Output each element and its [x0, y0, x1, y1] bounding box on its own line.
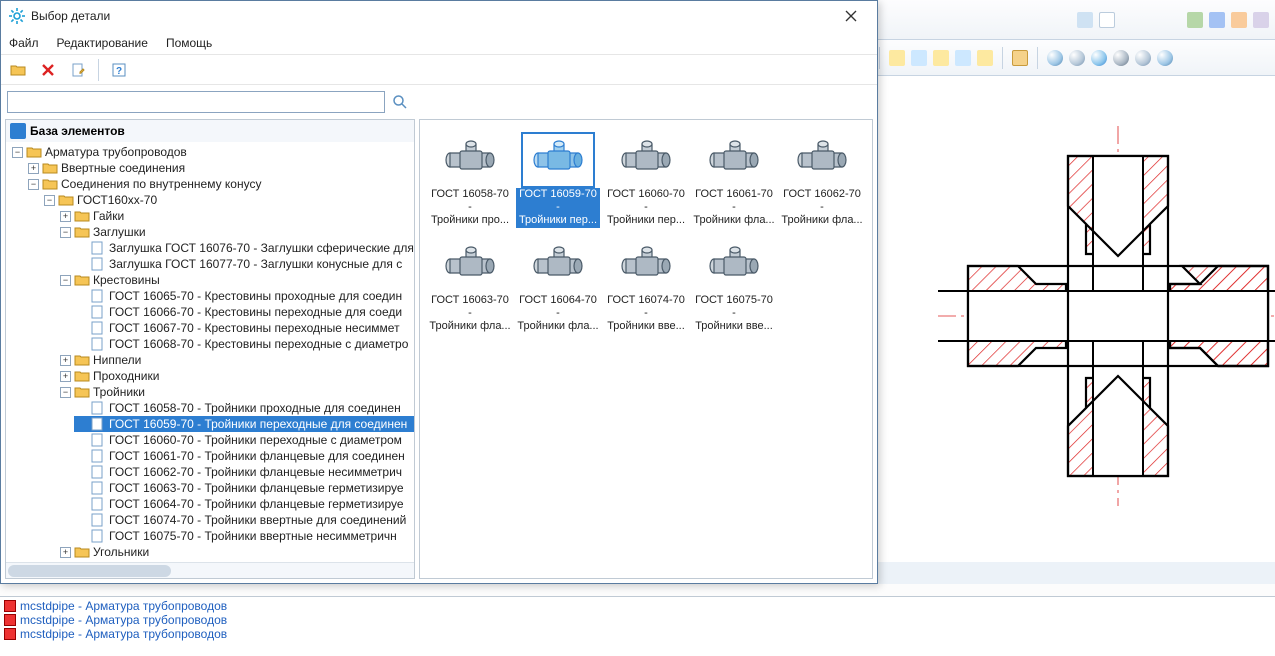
grid-item[interactable]: ГОСТ 16058-70 - Тройники про...: [428, 130, 512, 232]
fitting-thumbnail-icon: [699, 240, 769, 292]
grid-item-caption: ГОСТ 16060-70 - Тройники пер...: [604, 188, 688, 228]
open-button[interactable]: [5, 58, 31, 82]
tree-node-zaglushki[interactable]: −Заглушки: [58, 224, 414, 240]
grid-item[interactable]: ГОСТ 16060-70 - Тройники пер...: [604, 130, 688, 232]
tree-leaf[interactable]: ГОСТ 16061-70 - Тройники фланцевые для с…: [74, 448, 414, 464]
tree-root-header[interactable]: База элементов: [6, 120, 414, 142]
tree-leaf[interactable]: ГОСТ 16060-70 - Тройники переходные с ди…: [74, 432, 414, 448]
menu-file[interactable]: Файл: [9, 36, 39, 50]
tree-leaf[interactable]: Заглушка ГОСТ 16077-70 - Заглушки конусн…: [74, 256, 414, 272]
delete-button[interactable]: [35, 58, 61, 82]
grid-item-caption: ГОСТ 16058-70 - Тройники про...: [428, 188, 512, 228]
tree-leaf[interactable]: ГОСТ 16074-70 - Тройники ввертные для со…: [74, 512, 414, 528]
grid-item[interactable]: ГОСТ 16059-70 - Тройники пер...: [516, 130, 600, 232]
tree-leaf[interactable]: ГОСТ 16064-70 - Тройники фланцевые герме…: [74, 496, 414, 512]
tree-node-krest[interactable]: −Крестовины: [58, 272, 414, 288]
tree-leaf-selected[interactable]: ГОСТ 16059-70 - Тройники переходные для …: [74, 416, 414, 432]
grid-item-caption: ГОСТ 16063-70 - Тройники фла...: [428, 294, 512, 334]
grid-item-caption: ГОСТ 16074-70 - Тройники вве...: [604, 294, 688, 334]
grid-item-caption: ГОСТ 16075-70 - Тройники вве...: [692, 294, 776, 334]
tree-leaf[interactable]: ГОСТ 16062-70 - Тройники фланцевые несим…: [74, 464, 414, 480]
fitting-thumbnail-icon: [611, 134, 681, 186]
dialog-title: Выбор детали: [31, 9, 110, 23]
fitting-thumbnail-icon: [523, 134, 593, 186]
tree-node-ugol[interactable]: +Угольники: [58, 544, 414, 560]
tree-node-vvert[interactable]: +Ввертные соединения: [26, 160, 414, 176]
tree[interactable]: − Арматура трубопроводов +Ввертные соеди…: [6, 142, 414, 562]
tree-node-prohod[interactable]: +Проходники: [58, 368, 414, 384]
edit-button[interactable]: [65, 58, 91, 82]
tree-node-nippeli[interactable]: +Ниппели: [58, 352, 414, 368]
preview-grid: ГОСТ 16058-70 - Тройники про... ГОСТ 160…: [419, 119, 873, 579]
search-row: [1, 85, 877, 119]
tree-leaf[interactable]: ГОСТ 16067-70 - Крестовины переходные не…: [74, 320, 414, 336]
grid-item-caption: ГОСТ 16059-70 - Тройники пер...: [516, 188, 600, 228]
help-button[interactable]: ?: [106, 58, 132, 82]
menubar: Файл Редактирование Помощь: [1, 31, 877, 55]
document-edit-icon: [70, 62, 86, 78]
magnifier-icon: [392, 94, 408, 110]
close-icon: [845, 10, 857, 22]
gear-icon: [9, 8, 25, 24]
tree-leaf[interactable]: ГОСТ 16058-70 - Тройники проходные для с…: [74, 400, 414, 416]
grid-item[interactable]: ГОСТ 16063-70 - Тройники фла...: [428, 236, 512, 338]
tree-leaf[interactable]: ГОСТ 16063-70 - Тройники фланцевые герме…: [74, 480, 414, 496]
tree-leaf[interactable]: ГОСТ 16066-70 - Крестовины переходные дл…: [74, 304, 414, 320]
command-log: mcstdpipe - Арматура трубопроводов mcstd…: [0, 596, 1275, 656]
tree-leaf[interactable]: ГОСТ 16068-70 - Крестовины переходные с …: [74, 336, 414, 352]
tree-leaf[interactable]: Заглушка ГОСТ 16076-70 - Заглушки сферич…: [74, 240, 414, 256]
help-icon: ?: [111, 62, 127, 78]
fitting-thumbnail-icon: [523, 240, 593, 292]
fitting-thumbnail-icon: [787, 134, 857, 186]
tree-leaf[interactable]: ГОСТ 16065-70 - Крестовины проходные для…: [74, 288, 414, 304]
database-icon: [10, 123, 26, 139]
tree-node-troiniki[interactable]: −Тройники: [58, 384, 414, 400]
tree-node-armatura[interactable]: − Арматура трубопроводов: [10, 144, 414, 160]
grid-item[interactable]: ГОСТ 16062-70 - Тройники фла...: [780, 130, 864, 232]
grid-item-caption: ГОСТ 16064-70 - Тройники фла...: [516, 294, 600, 334]
grid-item[interactable]: ГОСТ 16061-70 - Тройники фла...: [692, 130, 776, 232]
grid-item[interactable]: ГОСТ 16075-70 - Тройники вве...: [692, 236, 776, 338]
close-button[interactable]: [833, 3, 869, 29]
fitting-thumbnail-icon: [435, 240, 505, 292]
grid-item-caption: ГОСТ 16061-70 - Тройники фла...: [692, 188, 776, 228]
tree-node-gaiki[interactable]: +Гайки: [58, 208, 414, 224]
search-input[interactable]: [7, 91, 385, 113]
dialog-titlebar: Выбор детали: [1, 1, 877, 31]
tree-panel: База элементов − Арматура трубопроводов …: [5, 119, 415, 579]
fitting-thumbnail-icon: [611, 240, 681, 292]
drawing-canvas[interactable]: [878, 76, 1275, 584]
tree-leaf[interactable]: ГОСТ 16075-70 - Тройники ввертные несимм…: [74, 528, 414, 544]
tree-node-gost160[interactable]: −ГОСТ160хх-70: [42, 192, 414, 208]
grid-item-caption: ГОСТ 16062-70 - Тройники фла...: [780, 188, 864, 228]
menu-help[interactable]: Помощь: [166, 36, 212, 50]
folder-open-icon: [10, 62, 26, 78]
fitting-thumbnail-icon: [435, 134, 505, 186]
svg-text:?: ?: [116, 66, 122, 77]
dialog-toolbar: ?: [1, 55, 877, 85]
tree-node-konus[interactable]: −Соединения по внутреннему конусу: [26, 176, 414, 192]
part-selection-dialog: Выбор детали Файл Редактирование Помощь …: [0, 0, 878, 584]
search-button[interactable]: [389, 91, 411, 113]
tree-horizontal-scrollbar[interactable]: [6, 562, 414, 578]
grid-item[interactable]: ГОСТ 16074-70 - Тройники вве...: [604, 236, 688, 338]
fitting-thumbnail-icon: [699, 134, 769, 186]
tree-root-label: База элементов: [30, 124, 125, 138]
menu-edit[interactable]: Редактирование: [57, 36, 148, 50]
grid-item[interactable]: ГОСТ 16064-70 - Тройники фла...: [516, 236, 600, 338]
delete-x-icon: [40, 62, 56, 78]
